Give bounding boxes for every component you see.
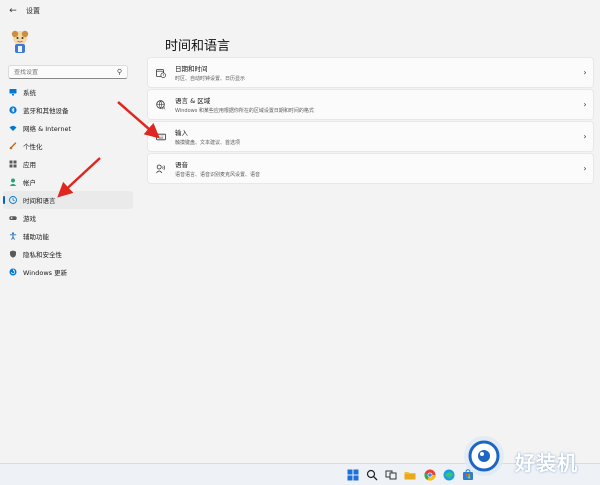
window-title: 设置 bbox=[26, 7, 40, 15]
file-explorer-icon[interactable] bbox=[404, 469, 416, 481]
windows-start-icon[interactable] bbox=[347, 469, 359, 481]
language-icon: A bbox=[156, 99, 166, 110]
edge-icon[interactable] bbox=[443, 469, 455, 481]
chrome-icon[interactable] bbox=[424, 469, 436, 481]
sidebar-item-bluetooth[interactable]: 蓝牙和其他设备 bbox=[3, 101, 133, 119]
microphone-icon bbox=[156, 164, 166, 174]
card-title: 输入 bbox=[175, 129, 188, 137]
calendar-clock-icon bbox=[156, 68, 166, 78]
sidebar-item-privacy[interactable]: 隐私和安全性 bbox=[3, 245, 133, 263]
card-subtitle: 触摸键盘、文本建议、首选项 bbox=[175, 140, 241, 146]
sidebar-item-system[interactable]: 系统 bbox=[3, 83, 133, 101]
sidebar-item-label: 辅助功能 bbox=[23, 233, 49, 241]
chevron-right-icon: › bbox=[583, 132, 587, 141]
card-subtitle: 语音语言、语音识别麦克风设置、语音 bbox=[175, 172, 261, 178]
sidebar-item-personalization[interactable]: 个性化 bbox=[3, 137, 133, 155]
accessibility-icon bbox=[9, 232, 17, 240]
sidebar-item-label: 系统 bbox=[23, 89, 36, 97]
chevron-right-icon: › bbox=[583, 164, 587, 173]
page-title: 时间和语言 bbox=[165, 39, 231, 54]
avatar[interactable] bbox=[9, 30, 31, 56]
card-subtitle: Windows 和某些应用根据你所在的区域设置日期和时间的格式 bbox=[175, 108, 314, 114]
wifi-icon bbox=[9, 124, 17, 132]
sidebar-item-label: 应用 bbox=[23, 161, 36, 169]
svg-text:A: A bbox=[162, 105, 166, 109]
card-speech[interactable]: 语音 语音语言、语音识别麦克风设置、语音 › bbox=[147, 153, 594, 184]
sidebar-item-time-language[interactable]: 时间和语言 bbox=[3, 191, 133, 209]
chevron-right-icon: › bbox=[583, 68, 587, 77]
card-typing[interactable]: 输入 触摸键盘、文本建议、首选项 › bbox=[147, 121, 594, 152]
card-date-time[interactable]: 日期和时间 时区、自动时钟设置、日历显示 › bbox=[147, 57, 594, 88]
card-title: 日期和时间 bbox=[175, 65, 208, 73]
card-title: 语言 & 区域 bbox=[175, 97, 211, 105]
card-subtitle: 时区、自动时钟设置、日历显示 bbox=[175, 76, 246, 82]
sidebar-item-label: 时间和语言 bbox=[23, 197, 56, 205]
person-icon bbox=[9, 178, 17, 186]
sidebar-item-accessibility[interactable]: 辅助功能 bbox=[3, 227, 133, 245]
monitor-icon bbox=[9, 88, 17, 96]
search-icon[interactable]: ⚲ bbox=[117, 68, 122, 76]
search-field[interactable]: ⚲ bbox=[8, 65, 128, 79]
card-language-region[interactable]: A 语言 & 区域 Windows 和某些应用根据你所在的区域设置日期和时间的格… bbox=[147, 89, 594, 120]
sidebar-nav: 系统 蓝牙和其他设备 网络 & Internet 个性化 应用 帐户 时间和语言… bbox=[3, 83, 133, 281]
title-bar: ← 设置 bbox=[0, 0, 600, 22]
sidebar-item-network[interactable]: 网络 & Internet bbox=[3, 119, 133, 137]
watermark-text: 好装机 bbox=[515, 451, 578, 475]
sidebar-item-windows-update[interactable]: Windows 更新 bbox=[3, 263, 133, 281]
sidebar-item-apps[interactable]: 应用 bbox=[3, 155, 133, 173]
sidebar-item-label: 帐户 bbox=[23, 179, 36, 187]
task-view-icon[interactable] bbox=[385, 469, 397, 481]
update-icon bbox=[9, 268, 17, 276]
globe-clock-icon bbox=[9, 196, 17, 204]
back-arrow-icon[interactable]: ← bbox=[8, 6, 18, 16]
search-input[interactable] bbox=[14, 68, 117, 76]
sidebar-item-label: Windows 更新 bbox=[23, 269, 68, 277]
sidebar-item-accounts[interactable]: 帐户 bbox=[3, 173, 133, 191]
sidebar-item-label: 蓝牙和其他设备 bbox=[23, 107, 69, 115]
sidebar-item-label: 网络 & Internet bbox=[23, 125, 72, 133]
bluetooth-icon bbox=[9, 106, 17, 114]
keyboard-icon bbox=[156, 132, 166, 142]
card-title: 语音 bbox=[175, 161, 188, 169]
chevron-right-icon: › bbox=[583, 100, 587, 109]
sidebar-item-label: 隐私和安全性 bbox=[23, 251, 62, 259]
search-icon[interactable] bbox=[366, 469, 378, 481]
apps-icon bbox=[9, 160, 17, 168]
sidebar-item-label: 游戏 bbox=[23, 215, 36, 223]
shield-icon bbox=[9, 250, 17, 258]
gamepad-icon bbox=[9, 214, 17, 222]
sidebar-item-gaming[interactable]: 游戏 bbox=[3, 209, 133, 227]
brush-icon bbox=[9, 142, 17, 150]
sidebar-item-label: 个性化 bbox=[23, 143, 43, 151]
